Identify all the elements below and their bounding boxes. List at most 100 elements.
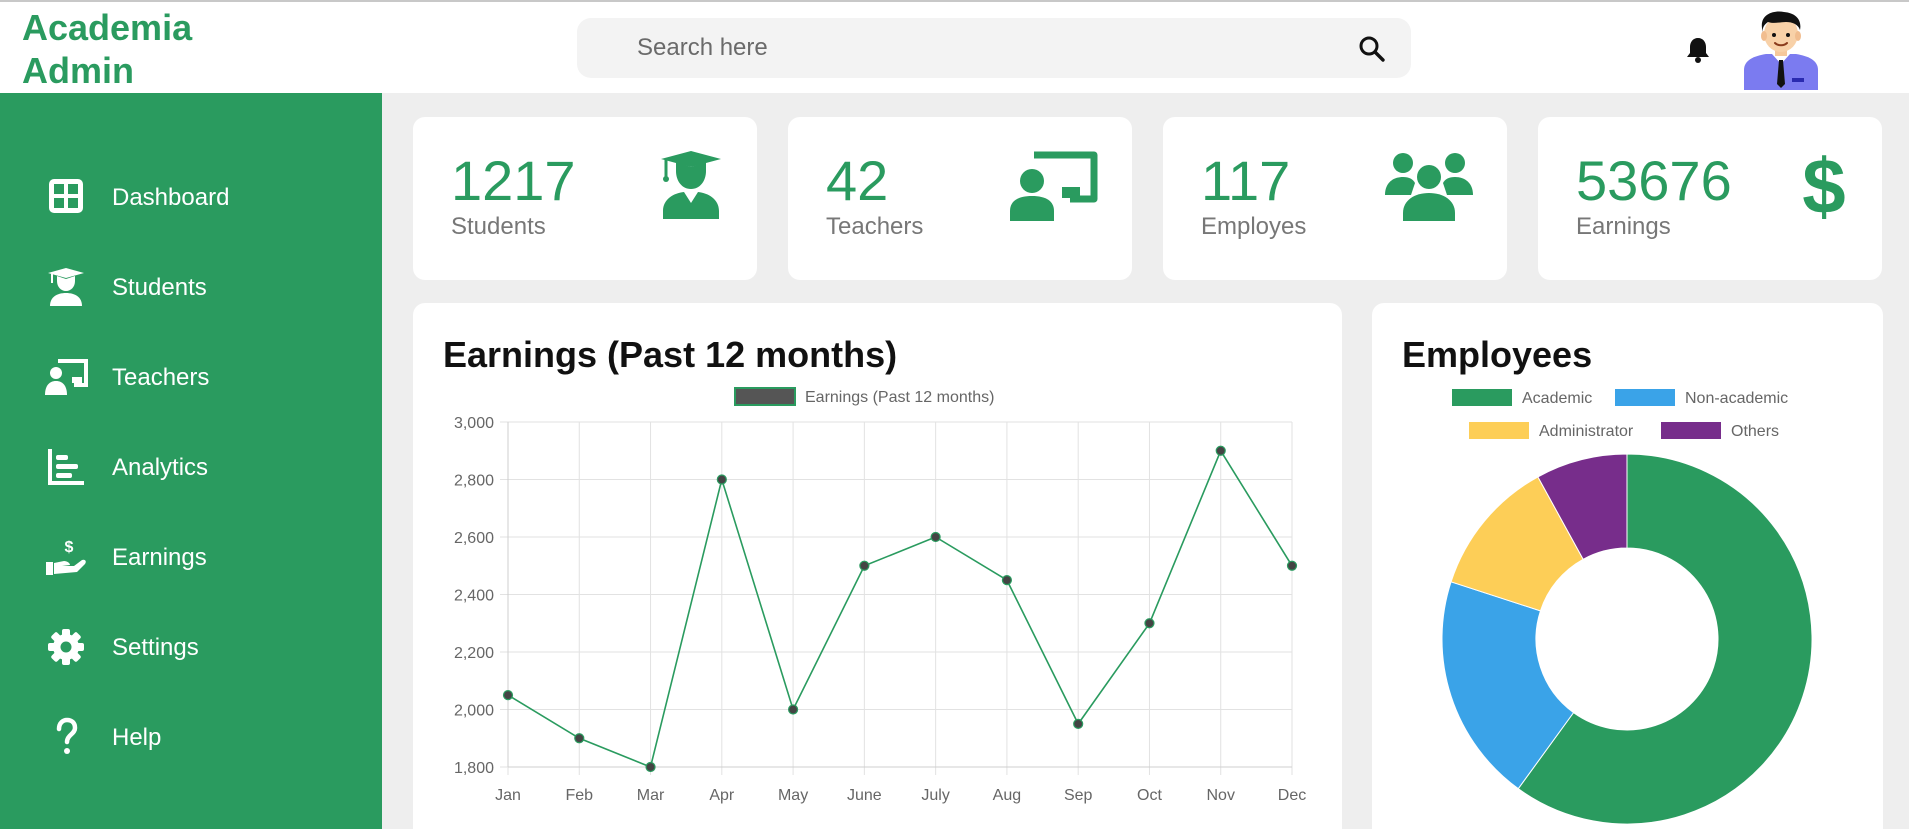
- stat-label: Employes: [1201, 213, 1307, 240]
- chart-grid: [500, 421, 1293, 775]
- sidebar-item-label: Teachers: [112, 364, 210, 391]
- legend-swatch: [1452, 389, 1512, 406]
- legend-label: Others: [1731, 423, 1779, 440]
- sidebar-item-label: Earnings: [112, 544, 207, 571]
- dashboard-icon: [49, 179, 83, 213]
- gear-icon: [48, 629, 84, 665]
- svg-text:$: $: [65, 539, 74, 556]
- search-icon[interactable]: [1357, 34, 1387, 64]
- data-point[interactable]: [502, 690, 514, 701]
- stat-card-teachers[interactable]: 42 Teachers: [788, 117, 1132, 280]
- stat-value: 1217: [451, 149, 576, 212]
- y-tick-label: 2,600: [454, 530, 494, 547]
- y-tick-label: 1,800: [454, 760, 494, 777]
- y-tick-label: 3,000: [454, 415, 494, 432]
- stat-label: Earnings: [1576, 213, 1671, 240]
- legend-label: Non-academic: [1685, 390, 1788, 407]
- analytics-icon: [48, 449, 84, 485]
- sidebar-item-analytics[interactable]: Analytics: [0, 432, 382, 502]
- stat-value: 117: [1201, 149, 1291, 212]
- sidebar-item-students[interactable]: Students: [0, 252, 382, 322]
- data-point[interactable]: [1073, 718, 1084, 729]
- users-group-icon: [1385, 153, 1473, 221]
- legend-label: Earnings (Past 12 months): [805, 389, 994, 406]
- data-point[interactable]: [930, 531, 941, 543]
- earnings-line-chart: Earnings (Past 12 months) 1,800 2,000 2,20…: [454, 387, 1306, 804]
- stat-label: Students: [451, 213, 546, 240]
- x-tick-label: July: [921, 787, 949, 804]
- employees-panel: Employees Academic Non-academic Administra…: [1372, 303, 1883, 829]
- x-tick-label: Feb: [565, 787, 593, 804]
- graduate-icon: [48, 268, 84, 306]
- x-tick-label: Nov: [1207, 787, 1235, 804]
- logo-line-1: Academia: [22, 7, 193, 48]
- chart-legend[interactable]: Earnings (Past 12 months): [734, 387, 994, 406]
- y-tick-label: 2,200: [454, 645, 494, 662]
- stat-label: Teachers: [826, 213, 924, 240]
- employees-doughnut-chart: Academic Non-academic Administrator Others: [1441, 389, 1813, 825]
- data-point[interactable]: [1215, 445, 1226, 456]
- y-tick-label: 2,000: [454, 703, 494, 720]
- sidebar-item-label: Help: [112, 724, 162, 751]
- sidebar-item-label: Dashboard: [112, 184, 230, 211]
- avatar[interactable]: [1740, 10, 1822, 90]
- legend-label: Administrator: [1539, 423, 1634, 440]
- sidebar: Dashboard Students Teachers Analytics $ …: [0, 93, 382, 829]
- x-tick-label: June: [847, 787, 882, 804]
- sidebar-item-label: Students: [112, 274, 207, 301]
- teacher-icon: [45, 359, 88, 395]
- data-point[interactable]: [1001, 575, 1013, 586]
- legend-label: Academic: [1522, 390, 1592, 407]
- sidebar-item-earnings[interactable]: $ Earnings: [0, 522, 382, 592]
- help-icon: [56, 717, 78, 754]
- sidebar-item-dashboard[interactable]: Dashboard: [0, 162, 382, 232]
- app-logo[interactable]: Academia Admin: [22, 6, 192, 92]
- bell-icon[interactable]: [1685, 36, 1711, 64]
- svg-text:$: $: [1802, 151, 1845, 223]
- graduate-icon: [661, 151, 721, 219]
- earnings-panel: Earnings (Past 12 months) Earnings (Past…: [413, 303, 1342, 829]
- x-tick-label: Jan: [495, 787, 521, 804]
- data-point[interactable]: [1286, 560, 1298, 571]
- x-tick-label: Oct: [1137, 787, 1162, 804]
- data-point[interactable]: [1144, 618, 1155, 629]
- top-header: Academia Admin: [0, 2, 1909, 93]
- x-tick-label: Sep: [1064, 787, 1093, 804]
- search-bar: [577, 18, 1411, 78]
- x-tick-label: Aug: [993, 787, 1021, 804]
- chart-legend[interactable]: Academic Non-academic Administrator Others: [1452, 389, 1788, 440]
- stat-card-earnings[interactable]: 53676 Earnings $: [1538, 117, 1882, 280]
- sidebar-item-label: Settings: [112, 634, 199, 661]
- logo-line-2: Admin: [22, 50, 134, 91]
- stat-card-employes[interactable]: 117 Employes: [1163, 117, 1507, 280]
- data-point[interactable]: [787, 704, 799, 715]
- search-input[interactable]: [637, 18, 1317, 78]
- data-point[interactable]: [859, 560, 870, 571]
- legend-swatch: [1469, 422, 1529, 439]
- y-axis-ticks: 1,800 2,000 2,200 2,400 2,600 2,800 3,000: [454, 415, 494, 777]
- data-point[interactable]: [645, 761, 656, 773]
- earnings-icon: $: [46, 539, 86, 575]
- doughnut-slices: [1441, 453, 1813, 825]
- stat-value: 42: [826, 149, 889, 212]
- sidebar-item-teachers[interactable]: Teachers: [0, 342, 382, 412]
- stat-card-students[interactable]: 1217 Students: [413, 117, 757, 280]
- x-tick-label: Mar: [637, 787, 665, 804]
- teacher-board-icon: [1010, 151, 1098, 221]
- stat-value: 53676: [1576, 149, 1732, 212]
- legend-swatch: [1615, 389, 1675, 406]
- data-point[interactable]: [574, 733, 585, 744]
- sidebar-item-settings[interactable]: Settings: [0, 612, 382, 682]
- sidebar-item-help[interactable]: Help: [0, 702, 382, 772]
- x-tick-label: Apr: [709, 787, 735, 804]
- sidebar-item-label: Analytics: [112, 454, 209, 481]
- data-point[interactable]: [716, 474, 727, 485]
- y-tick-label: 2,800: [454, 473, 494, 490]
- x-tick-label: Dec: [1278, 787, 1306, 804]
- legend-swatch: [1661, 422, 1721, 439]
- y-tick-label: 2,400: [454, 588, 494, 605]
- legend-swatch: [734, 387, 796, 406]
- x-axis-ticks: Jan Feb Mar Apr May June July Aug Sep Oct Nov Dec: [495, 787, 1306, 804]
- series-line: [507, 449, 1293, 769]
- series-points: [502, 445, 1298, 773]
